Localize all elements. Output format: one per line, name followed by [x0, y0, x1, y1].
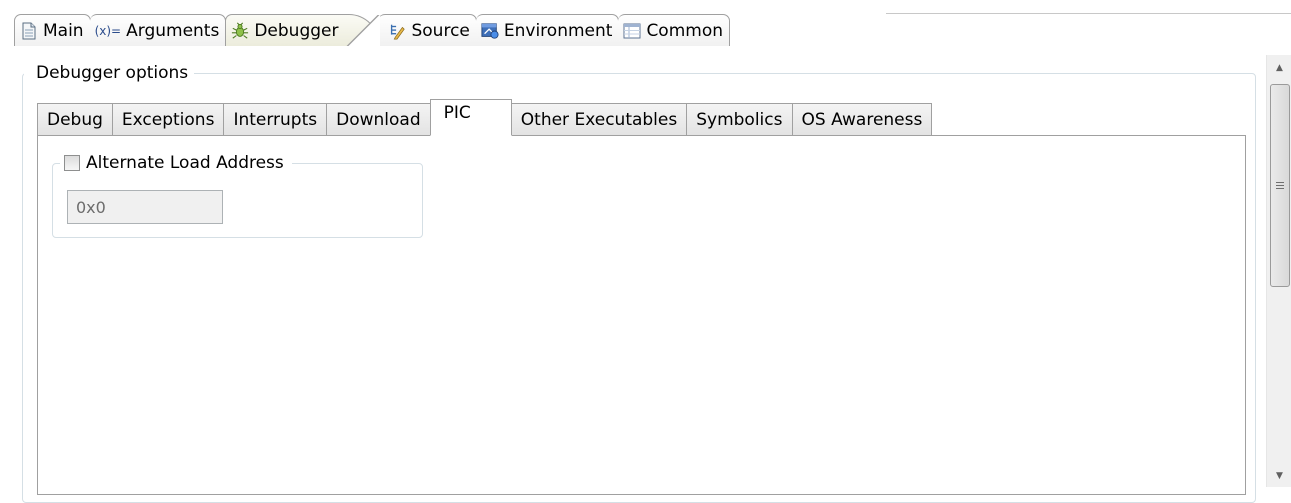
- tab-arguments[interactable]: (x)= Arguments: [89, 14, 227, 46]
- tab-source[interactable]: Source: [378, 14, 477, 46]
- tab-label: Debug: [47, 109, 103, 130]
- tab-label: Environment: [503, 20, 613, 41]
- tab-label: Debugger: [254, 20, 339, 41]
- tab-exceptions[interactable]: Exceptions: [111, 103, 225, 136]
- tab-pic[interactable]: PIC: [429, 99, 512, 136]
- tab-label: Interrupts: [233, 109, 318, 130]
- tab-debug[interactable]: Debug: [37, 103, 113, 136]
- alternate-load-address-label[interactable]: Alternate Load Address: [86, 151, 284, 175]
- scroll-up-button[interactable]: ▲: [1267, 57, 1291, 79]
- tab-main[interactable]: Main: [14, 14, 91, 46]
- debugger-options-tabs: Debug Exceptions Interrupts Download PIC…: [37, 99, 933, 136]
- arrow-down-icon: ▼: [1276, 471, 1283, 481]
- document-icon: [20, 22, 38, 40]
- tab-bar-top-border: [886, 13, 1291, 14]
- tab-symbolics[interactable]: Symbolics: [686, 103, 793, 136]
- grip-icon: [1276, 182, 1284, 189]
- vertical-scrollbar[interactable]: ▲ ▼: [1266, 55, 1291, 487]
- group-title: Debugger options: [24, 61, 195, 85]
- tab-download[interactable]: Download: [326, 103, 431, 136]
- tab-label: Exceptions: [121, 109, 215, 130]
- source-icon: [388, 22, 406, 40]
- tab-other-executables[interactable]: Other Executables: [510, 103, 688, 136]
- tab-interrupts[interactable]: Interrupts: [223, 103, 328, 136]
- alternate-load-address-header: Alternate Load Address: [60, 151, 292, 175]
- common-icon: [623, 22, 641, 40]
- tab-os-awareness[interactable]: OS Awareness: [791, 103, 933, 136]
- scroll-thumb[interactable]: [1270, 84, 1290, 287]
- tab-label: Source: [411, 20, 470, 41]
- tab-label: PIC: [443, 102, 471, 123]
- tab-debugger[interactable]: Debugger: [225, 14, 381, 46]
- tab-label: Download: [336, 109, 421, 130]
- launch-config-tabs: Main (x)= Arguments Debugger Source Envi…: [14, 14, 731, 46]
- alternate-load-address-input[interactable]: [67, 190, 223, 224]
- alternate-load-address-checkbox[interactable]: [64, 155, 80, 171]
- scroll-down-button[interactable]: ▼: [1267, 465, 1291, 487]
- tab-label: OS Awareness: [801, 109, 923, 130]
- environment-icon: [481, 22, 499, 40]
- tab-label: Common: [646, 20, 724, 41]
- tab-label: Symbolics: [696, 109, 783, 130]
- arrow-up-icon: ▲: [1276, 63, 1283, 73]
- tab-label: Arguments: [126, 20, 220, 41]
- bug-icon: [231, 22, 249, 40]
- arguments-icon: (x)=: [94, 23, 122, 38]
- tab-environment[interactable]: Environment: [475, 14, 620, 46]
- tab-label: Other Executables: [520, 109, 678, 130]
- tab-common[interactable]: Common: [618, 14, 731, 46]
- tab-label: Main: [43, 20, 84, 41]
